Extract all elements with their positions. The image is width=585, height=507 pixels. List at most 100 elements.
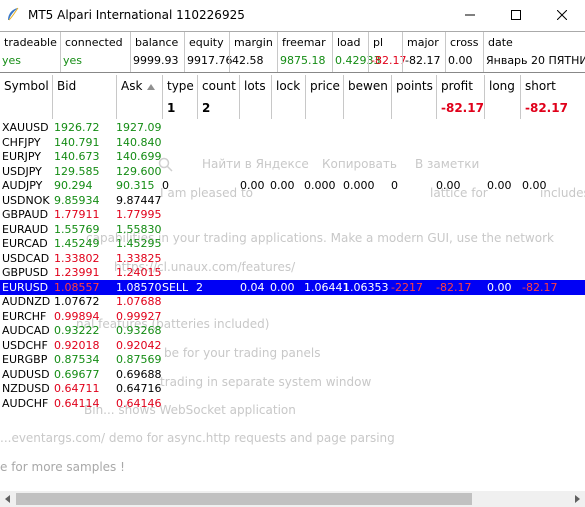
- table-row[interactable]: CHFJPY 140.791 140.840: [0, 135, 585, 150]
- status-value: 0.00: [448, 54, 473, 67]
- column-label: profit: [441, 79, 473, 93]
- table-row[interactable]: USDCHF 0.92018 0.92042: [0, 338, 585, 353]
- table-row[interactable]: AUDCHF 0.64114 0.64146: [0, 396, 585, 411]
- cell-ask: 1.33825: [116, 251, 162, 265]
- status-header: major: [407, 36, 439, 49]
- table-row[interactable]: EURCHF 0.99894 0.99927: [0, 309, 585, 324]
- ghost-line: ...eventargs.com/ demo for async.http re…: [0, 431, 395, 445]
- cell-bid: 1.77911: [54, 208, 100, 221]
- status-value: 9917.76: [187, 54, 233, 67]
- cell-ask: 9.87447: [116, 193, 162, 207]
- cell-ask: 140.699: [116, 150, 162, 163]
- table-row[interactable]: EURGBP 0.87534 0.87569: [0, 352, 585, 367]
- cell-ask: 0.64146: [116, 396, 162, 410]
- cell-symbol: AUDCHF: [2, 396, 49, 410]
- column-header-symbol[interactable]: Symbol: [0, 75, 52, 119]
- column-header-count[interactable]: count 2: [197, 75, 240, 119]
- cell-symbol: AUDUSD: [2, 367, 50, 381]
- cell-symbol: CHFJPY: [2, 135, 41, 149]
- table-row[interactable]: EURCAD 1.45249 1.45295: [0, 236, 585, 251]
- close-icon: [557, 10, 567, 20]
- column-header-ask[interactable]: Ask: [116, 75, 163, 119]
- cell-ask: 1.08570: [116, 280, 162, 294]
- cell-ask: 1.45295: [116, 237, 162, 250]
- cell-profit: 0.00: [436, 179, 461, 192]
- table-row[interactable]: AUDUSD 0.69677 0.69688: [0, 367, 585, 382]
- column-label: short: [525, 79, 556, 93]
- table-row[interactable]: XAUUSD 1926.72 1927.09: [0, 120, 585, 135]
- table-row[interactable]: AUDJPY 90.294 90.315 0 0.00 0.00 0.000 0.000 0 0.…: [0, 178, 585, 193]
- table-row[interactable]: AUDCAD 0.93222 0.93268: [0, 323, 585, 338]
- table-row[interactable]: GBPAUD 1.77911 1.77995: [0, 207, 585, 222]
- minimize-button[interactable]: [447, 0, 493, 30]
- column-header-points[interactable]: points: [391, 75, 437, 119]
- cell-symbol: EURAUD: [2, 222, 49, 236]
- column-label: count: [202, 79, 236, 93]
- column-header-profit[interactable]: profit -82.17: [436, 75, 485, 119]
- cell-bid: 1926.72: [54, 121, 100, 134]
- cell-bid: 0.92018: [54, 338, 100, 352]
- cell-bid: 0.93222: [54, 324, 100, 337]
- cell-symbol: GBPUSD: [2, 266, 49, 279]
- scroll-right-icon[interactable]: [573, 495, 581, 503]
- cell-bid: 129.585: [54, 164, 100, 178]
- table-row[interactable]: NZDUSD 0.64711 0.64716: [0, 381, 585, 396]
- cell-bid: 0.69677: [54, 367, 100, 381]
- cell-symbol: EURUSD: [2, 280, 49, 294]
- column-header-lots[interactable]: lots: [239, 75, 272, 119]
- scroll-left-icon[interactable]: [4, 495, 12, 503]
- column-header-type[interactable]: type 1: [162, 75, 198, 119]
- cell-short: 0.00: [522, 179, 547, 192]
- column-header-short[interactable]: short -82.17: [520, 75, 585, 119]
- cell-symbol: NZDUSD: [2, 382, 50, 395]
- column-header-price[interactable]: price: [305, 75, 344, 119]
- cell-symbol: GBPAUD: [2, 208, 49, 221]
- horizontal-scrollbar[interactable]: [0, 491, 585, 507]
- table-row[interactable]: USDJPY 129.585 129.600: [0, 164, 585, 179]
- cell-ask: 1.24015: [116, 266, 162, 279]
- cell-symbol: AUDNZD: [2, 295, 51, 308]
- table-row[interactable]: GBPUSD 1.23991 1.24015: [0, 265, 585, 280]
- cell-price: 0.000: [304, 179, 336, 192]
- scrollbar-thumb[interactable]: [16, 493, 472, 505]
- status-margin: margin 42.58: [229, 32, 278, 72]
- cell-ask: 90.315: [116, 179, 155, 192]
- column-header-bid[interactable]: Bid: [52, 75, 117, 119]
- cell-long: 0.00: [487, 179, 512, 192]
- cell-type: 0: [162, 179, 169, 192]
- table-row[interactable]: EURUSD 1.08557 1.08570 SELL 2 0.04 0.00 1.06441…: [0, 279, 585, 295]
- column-label: Bid: [57, 79, 77, 93]
- status-value: Январь 20 ПЯТНИЦ: [486, 54, 585, 67]
- cell-bid: 1.45249: [54, 237, 100, 250]
- cell-ask: 0.93268: [116, 324, 162, 337]
- cell-lots: 0.00: [240, 179, 265, 192]
- close-button[interactable]: [539, 0, 585, 30]
- column-label: Symbol: [4, 79, 49, 93]
- maximize-button[interactable]: [493, 0, 539, 30]
- status-value: -82.17: [405, 54, 441, 67]
- table-row[interactable]: USDNOK 9.85934 9.87447: [0, 193, 585, 208]
- summary-count: 2: [202, 101, 211, 115]
- cell-lock: 0.00: [270, 280, 295, 294]
- cell-symbol: EURJPY: [2, 150, 41, 163]
- column-header-bewen[interactable]: bewen: [343, 75, 392, 119]
- status-pl: pl -82.17: [368, 32, 406, 72]
- cell-bid: 140.791: [54, 135, 100, 149]
- cell-bid: 0.87534: [54, 353, 100, 366]
- table-row[interactable]: EURJPY 140.673 140.699: [0, 149, 585, 164]
- table-row[interactable]: EURAUD 1.55769 1.55830: [0, 222, 585, 237]
- cell-long: 0.00: [487, 280, 512, 294]
- column-label: long: [489, 79, 515, 93]
- column-header-long[interactable]: long: [484, 75, 521, 119]
- table-row[interactable]: USDCAD 1.33802 1.33825: [0, 251, 585, 266]
- column-header-lock[interactable]: lock: [271, 75, 306, 119]
- status-date: date Январь 20 ПЯТНИЦ: [483, 32, 585, 72]
- cell-symbol: XAUUSD: [2, 121, 49, 134]
- cell-ask: 0.64716: [116, 382, 162, 395]
- status-header: cross: [450, 36, 479, 49]
- cell-symbol: USDNOK: [2, 193, 50, 207]
- cell-points: -2217: [391, 280, 423, 294]
- table-row[interactable]: AUDNZD 1.07672 1.07688: [0, 294, 585, 309]
- ghost-line: e for more samples !: [0, 460, 125, 474]
- cell-count: 2: [196, 280, 203, 294]
